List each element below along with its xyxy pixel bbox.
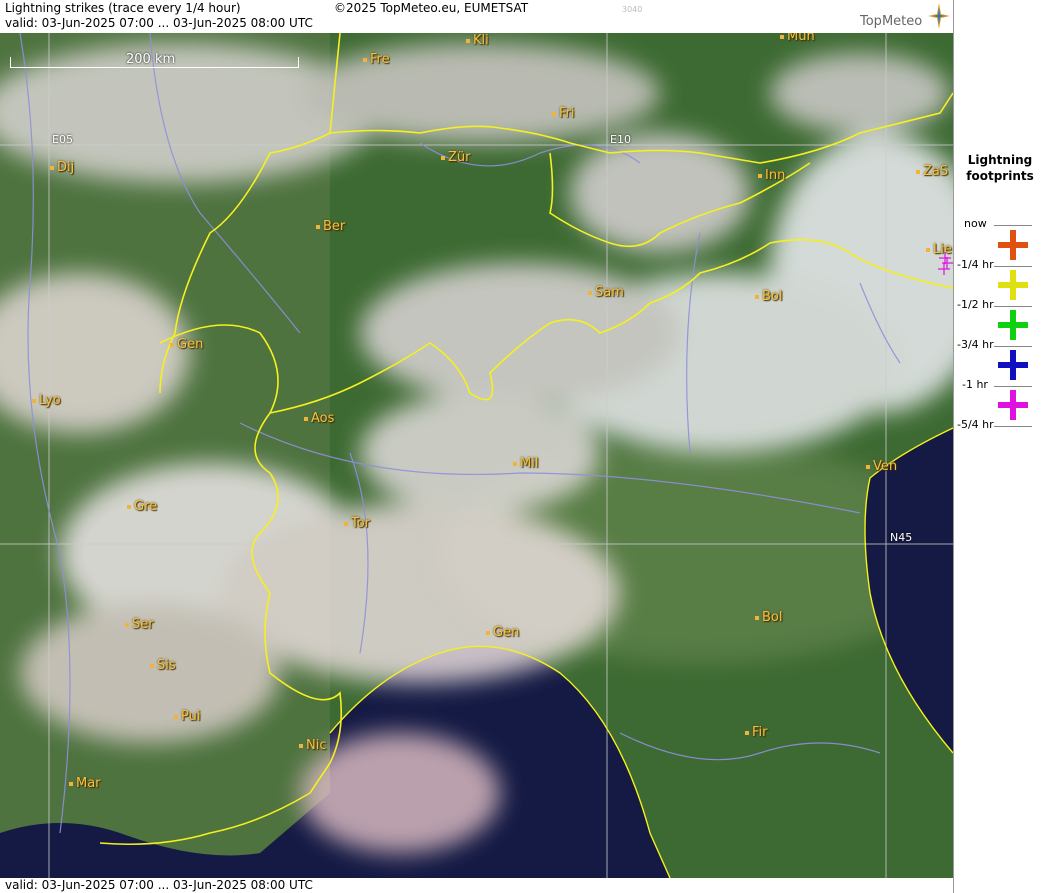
legend-divider bbox=[994, 225, 1032, 226]
city-label[interactable]: Gre bbox=[127, 499, 157, 514]
cross-marker-icon bbox=[998, 390, 1028, 420]
city-label[interactable]: Mar bbox=[69, 776, 101, 791]
legend-row: -1 hr bbox=[954, 348, 1045, 391]
compass-star-icon bbox=[928, 3, 950, 29]
city-label[interactable]: Mun bbox=[780, 33, 815, 44]
city-label[interactable]: Lyo bbox=[32, 393, 61, 408]
city-label[interactable]: Aos bbox=[304, 411, 334, 426]
satellite-map[interactable]: 200 km E05 E10 N45 Kli Mun Fre Fri Dij Z… bbox=[0, 33, 953, 878]
cross-marker-icon bbox=[998, 230, 1028, 260]
city-label[interactable]: Ven bbox=[866, 459, 897, 474]
city-label[interactable]: Fri bbox=[552, 106, 575, 121]
legend-row: -1/4 hr bbox=[954, 228, 1045, 271]
copyright: ©2025 TopMeteo.eu, EUMETSAT bbox=[334, 1, 529, 15]
map-title: Lightning strikes (trace every 1/4 hour) bbox=[5, 1, 241, 15]
scale-label: 200 km bbox=[126, 52, 176, 67]
city-label[interactable]: Mil bbox=[513, 456, 538, 471]
city-label[interactable]: Bol bbox=[755, 610, 782, 625]
legend-divider bbox=[994, 426, 1032, 427]
legend-label: -5/4 hr bbox=[957, 418, 994, 431]
legend-title: Lightning footprints bbox=[966, 153, 1034, 183]
city-label[interactable]: Tor bbox=[344, 516, 370, 531]
city-label[interactable]: Sam bbox=[588, 285, 624, 300]
header: Lightning strikes (trace every 1/4 hour)… bbox=[0, 0, 953, 33]
topmeteo-logo[interactable]: TopMeteo bbox=[860, 14, 922, 29]
city-label[interactable]: Ber bbox=[316, 219, 345, 234]
cross-marker-icon bbox=[998, 350, 1028, 380]
legend-row: -5/4 hr bbox=[954, 388, 1045, 431]
legend-row: -3/4 hr bbox=[954, 308, 1045, 351]
city-label[interactable]: Fir bbox=[745, 725, 768, 740]
grid-label-n45: N45 bbox=[890, 531, 913, 544]
city-label[interactable]: Nic bbox=[299, 738, 326, 753]
city-label[interactable]: Fre bbox=[363, 52, 390, 67]
legend-divider bbox=[994, 266, 1032, 267]
map-background bbox=[0, 33, 953, 878]
legend-divider bbox=[994, 386, 1032, 387]
legend-row: -1/2 hr bbox=[954, 268, 1045, 311]
city-label[interactable]: Dij bbox=[50, 160, 74, 175]
city-label[interactable]: Ser bbox=[125, 617, 154, 632]
legend: Lightning footprints now -1/4 hr -1/2 hr… bbox=[953, 0, 1045, 893]
city-label[interactable]: Zür bbox=[441, 150, 471, 165]
city-label[interactable]: Bol bbox=[755, 289, 782, 304]
city-label[interactable]: Kli bbox=[466, 33, 489, 48]
city-label[interactable]: Lie bbox=[926, 242, 952, 257]
city-label[interactable]: Gen bbox=[170, 337, 203, 352]
cross-marker-icon bbox=[998, 310, 1028, 340]
footer: valid: 03-Jun-2025 07:00 ... 03-Jun-2025… bbox=[0, 878, 953, 893]
image-code: 3040 bbox=[622, 5, 643, 14]
city-label[interactable]: Gen bbox=[486, 625, 519, 640]
city-label[interactable]: Pui bbox=[174, 709, 200, 724]
legend-divider bbox=[994, 306, 1032, 307]
valid-time: valid: 03-Jun-2025 07:00 ... 03-Jun-2025… bbox=[5, 16, 313, 30]
cross-marker-icon bbox=[998, 270, 1028, 300]
legend-divider bbox=[994, 346, 1032, 347]
valid-time-footer: valid: 03-Jun-2025 07:00 ... 03-Jun-2025… bbox=[5, 878, 313, 892]
grid-label-e10: E10 bbox=[610, 133, 631, 146]
city-label[interactable]: ZaS bbox=[916, 164, 948, 179]
city-label[interactable]: Sis bbox=[150, 658, 176, 673]
grid-label-e05: E05 bbox=[52, 133, 73, 146]
city-label[interactable]: Inn bbox=[758, 168, 785, 183]
